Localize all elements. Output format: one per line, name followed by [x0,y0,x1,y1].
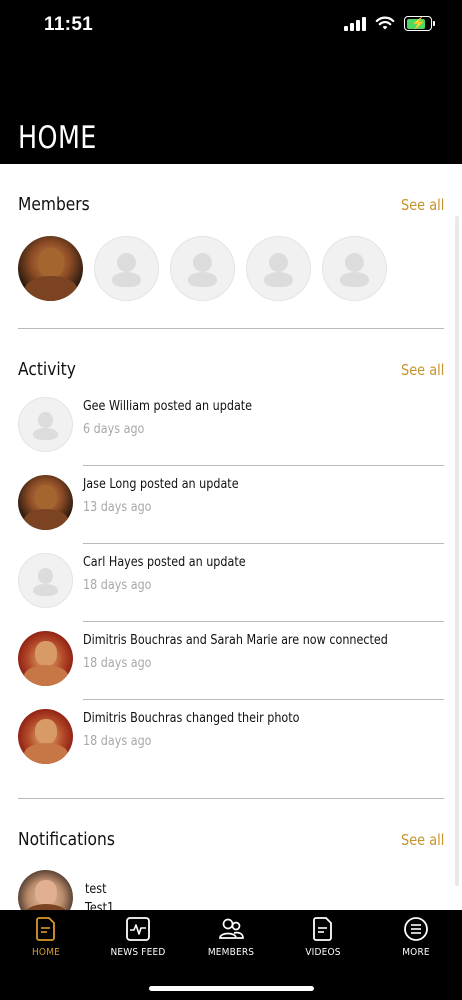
page-title: HOME [18,120,97,156]
tab-members[interactable]: MEMBERS [185,916,277,958]
activity-time: 18 days ago [83,578,152,593]
activity-time: 13 days ago [83,500,152,515]
activity-text: Dimitris Bouchras and Sarah Marie are no… [83,633,388,648]
activity-item[interactable]: Jase Long posted an update 13 days ago [18,466,444,544]
member-avatar-placeholder[interactable] [94,236,159,301]
activity-text: Carl Hayes posted an update [83,555,246,570]
wifi-icon [375,16,395,30]
scrollbar[interactable] [455,216,459,886]
status-icons: ⚡ [344,16,435,31]
tab-more[interactable]: MORE [370,916,462,958]
activity-icon [126,917,150,941]
cellular-signal-icon [344,16,366,31]
notifications-section-header: Notifications See all [18,829,444,850]
notifications-see-all-link[interactable]: See all [401,831,444,849]
section-divider [18,798,444,799]
members-icon [219,918,244,939]
activity-see-all-link[interactable]: See all [401,361,444,379]
home-indicator[interactable] [149,986,314,991]
notification-title: test [85,882,107,897]
activity-section-header: Activity See all [18,359,444,380]
members-avatars [18,236,387,301]
tab-members-label: MEMBERS [207,947,255,958]
notification-item[interactable]: test Test1 [18,870,318,910]
tab-news-feed-label: NEWS FEED [110,947,166,958]
activity-item[interactable]: Dimitris Bouchras changed their photo 18… [18,700,444,778]
members-see-all-link[interactable]: See all [401,196,444,214]
tab-home[interactable]: HOME [0,916,92,958]
activity-item[interactable]: Carl Hayes posted an update 18 days ago [18,544,444,622]
activity-time: 18 days ago [83,734,152,749]
section-divider [18,328,444,329]
member-avatar[interactable] [18,236,83,301]
tab-home-label: HOME [31,947,61,958]
member-avatar-placeholder[interactable] [246,236,311,301]
battery-icon: ⚡ [404,16,435,31]
activity-item[interactable]: Gee William posted an update 6 days ago [18,388,444,466]
document-icon [313,917,332,941]
activity-avatar [18,709,73,764]
tab-videos[interactable]: VIDEOS [277,916,369,958]
activity-avatar [18,475,73,530]
activity-time: 18 days ago [83,656,152,671]
activity-title: Activity [18,359,76,380]
home-content[interactable]: Members See all Activity See all Gee Wil… [0,164,462,910]
activity-text: Jase Long posted an update [83,477,239,492]
activity-item[interactable]: Dimitris Bouchras and Sarah Marie are no… [18,622,444,700]
tab-videos-label: VIDEOS [305,947,341,958]
activity-time: 6 days ago [83,422,145,437]
members-section-header: Members See all [18,194,444,215]
members-title: Members [18,194,90,215]
activity-text: Dimitris Bouchras changed their photo [83,711,300,726]
top-bar: 11:51 ⚡ HOME [0,0,462,164]
activity-avatar [18,553,73,608]
activity-text: Gee William posted an update [83,399,253,414]
document-icon [36,917,55,941]
notifications-title: Notifications [18,829,115,850]
menu-icon [404,917,428,941]
tab-more-label: MORE [402,947,430,958]
member-avatar-placeholder[interactable] [170,236,235,301]
notification-avatar [18,870,73,910]
tab-news-feed[interactable]: NEWS FEED [92,916,184,958]
status-time: 11:51 [44,14,94,35]
activity-avatar [18,397,73,452]
notification-body: Test1 [85,901,115,910]
member-avatar-placeholder[interactable] [322,236,387,301]
activity-avatar [18,631,73,686]
